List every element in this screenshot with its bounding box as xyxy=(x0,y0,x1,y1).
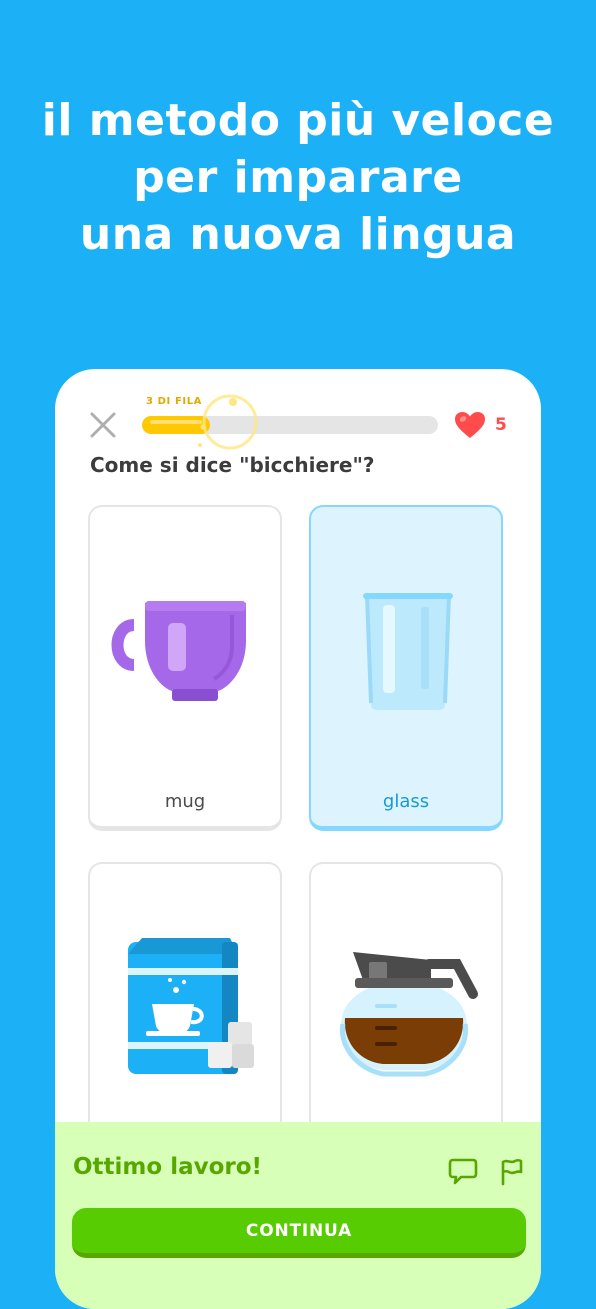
heart-icon xyxy=(455,412,485,438)
hearts-count: 5 xyxy=(495,415,507,435)
option-card-glass[interactable]: glass xyxy=(309,505,503,831)
streak-label: 3 DI FILA xyxy=(146,396,203,407)
headline-line-2: per imparare xyxy=(133,152,463,203)
flag-icon[interactable] xyxy=(497,1156,527,1186)
continue-button[interactable]: CONTINUA xyxy=(72,1208,526,1258)
mug-icon xyxy=(111,601,246,701)
headline-line-1: il metodo più veloce xyxy=(41,95,555,146)
progress-fill xyxy=(142,416,211,434)
lesson-screen: 3 DI FILA 5 Come si dice "bicchiere"? mu… xyxy=(55,369,541,1309)
comment-icon[interactable] xyxy=(448,1156,478,1186)
progress-bar xyxy=(142,416,438,434)
coffee-pot-icon xyxy=(339,952,478,1077)
coffee-bag-icon xyxy=(128,938,254,1074)
option-card-mug[interactable]: mug xyxy=(88,505,282,831)
feedback-title: Ottimo lavoro! xyxy=(73,1154,263,1180)
headline: il metodo più veloce per imparare una nu… xyxy=(0,92,596,263)
option-label: glass xyxy=(382,791,430,812)
close-icon[interactable] xyxy=(87,409,119,441)
headline-line-3: una nuova lingua xyxy=(79,209,517,260)
glass-icon xyxy=(363,593,453,710)
option-label: mug xyxy=(164,791,206,812)
feedback-panel: Ottimo lavoro! CONTINUA xyxy=(55,1122,541,1309)
question-prompt: Come si dice "bicchiere"? xyxy=(90,453,375,477)
